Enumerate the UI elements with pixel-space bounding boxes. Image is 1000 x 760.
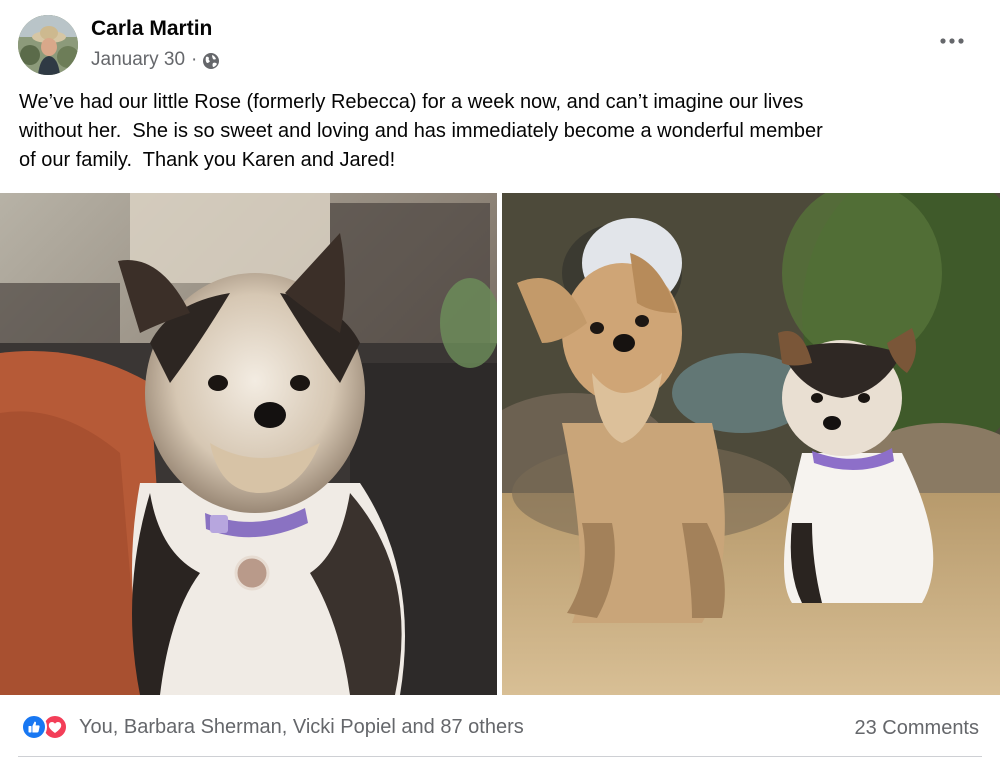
globe-icon[interactable] xyxy=(202,52,220,70)
reactions-text[interactable]: You, Barbara Sherman, Vicki Popiel and 8… xyxy=(79,716,524,739)
reactions-summary[interactable]: You, Barbara Sherman, Vicki Popiel and 8… xyxy=(21,714,524,740)
avatar[interactable] xyxy=(18,15,78,75)
footer-divider xyxy=(18,756,982,757)
meta-separator: · xyxy=(191,49,198,70)
photo-grid xyxy=(0,193,1000,695)
comments-count[interactable]: 23 Comments xyxy=(855,717,980,740)
post-date[interactable]: January 30 xyxy=(91,49,185,71)
author-name[interactable]: Carla Martin xyxy=(91,17,212,41)
post-header: Carla Martin January 30 · xyxy=(0,0,1000,88)
like-icon xyxy=(21,714,47,740)
post-meta: January 30 · xyxy=(91,49,220,71)
more-options-icon[interactable] xyxy=(930,26,974,56)
photo-two-dogs[interactable] xyxy=(502,193,1000,695)
post-text: We’ve had our little Rose (formerly Rebe… xyxy=(19,91,823,171)
post-footer: You, Barbara Sherman, Vicki Popiel and 8… xyxy=(0,700,1000,756)
photo-puppy-closeup[interactable] xyxy=(0,193,497,695)
